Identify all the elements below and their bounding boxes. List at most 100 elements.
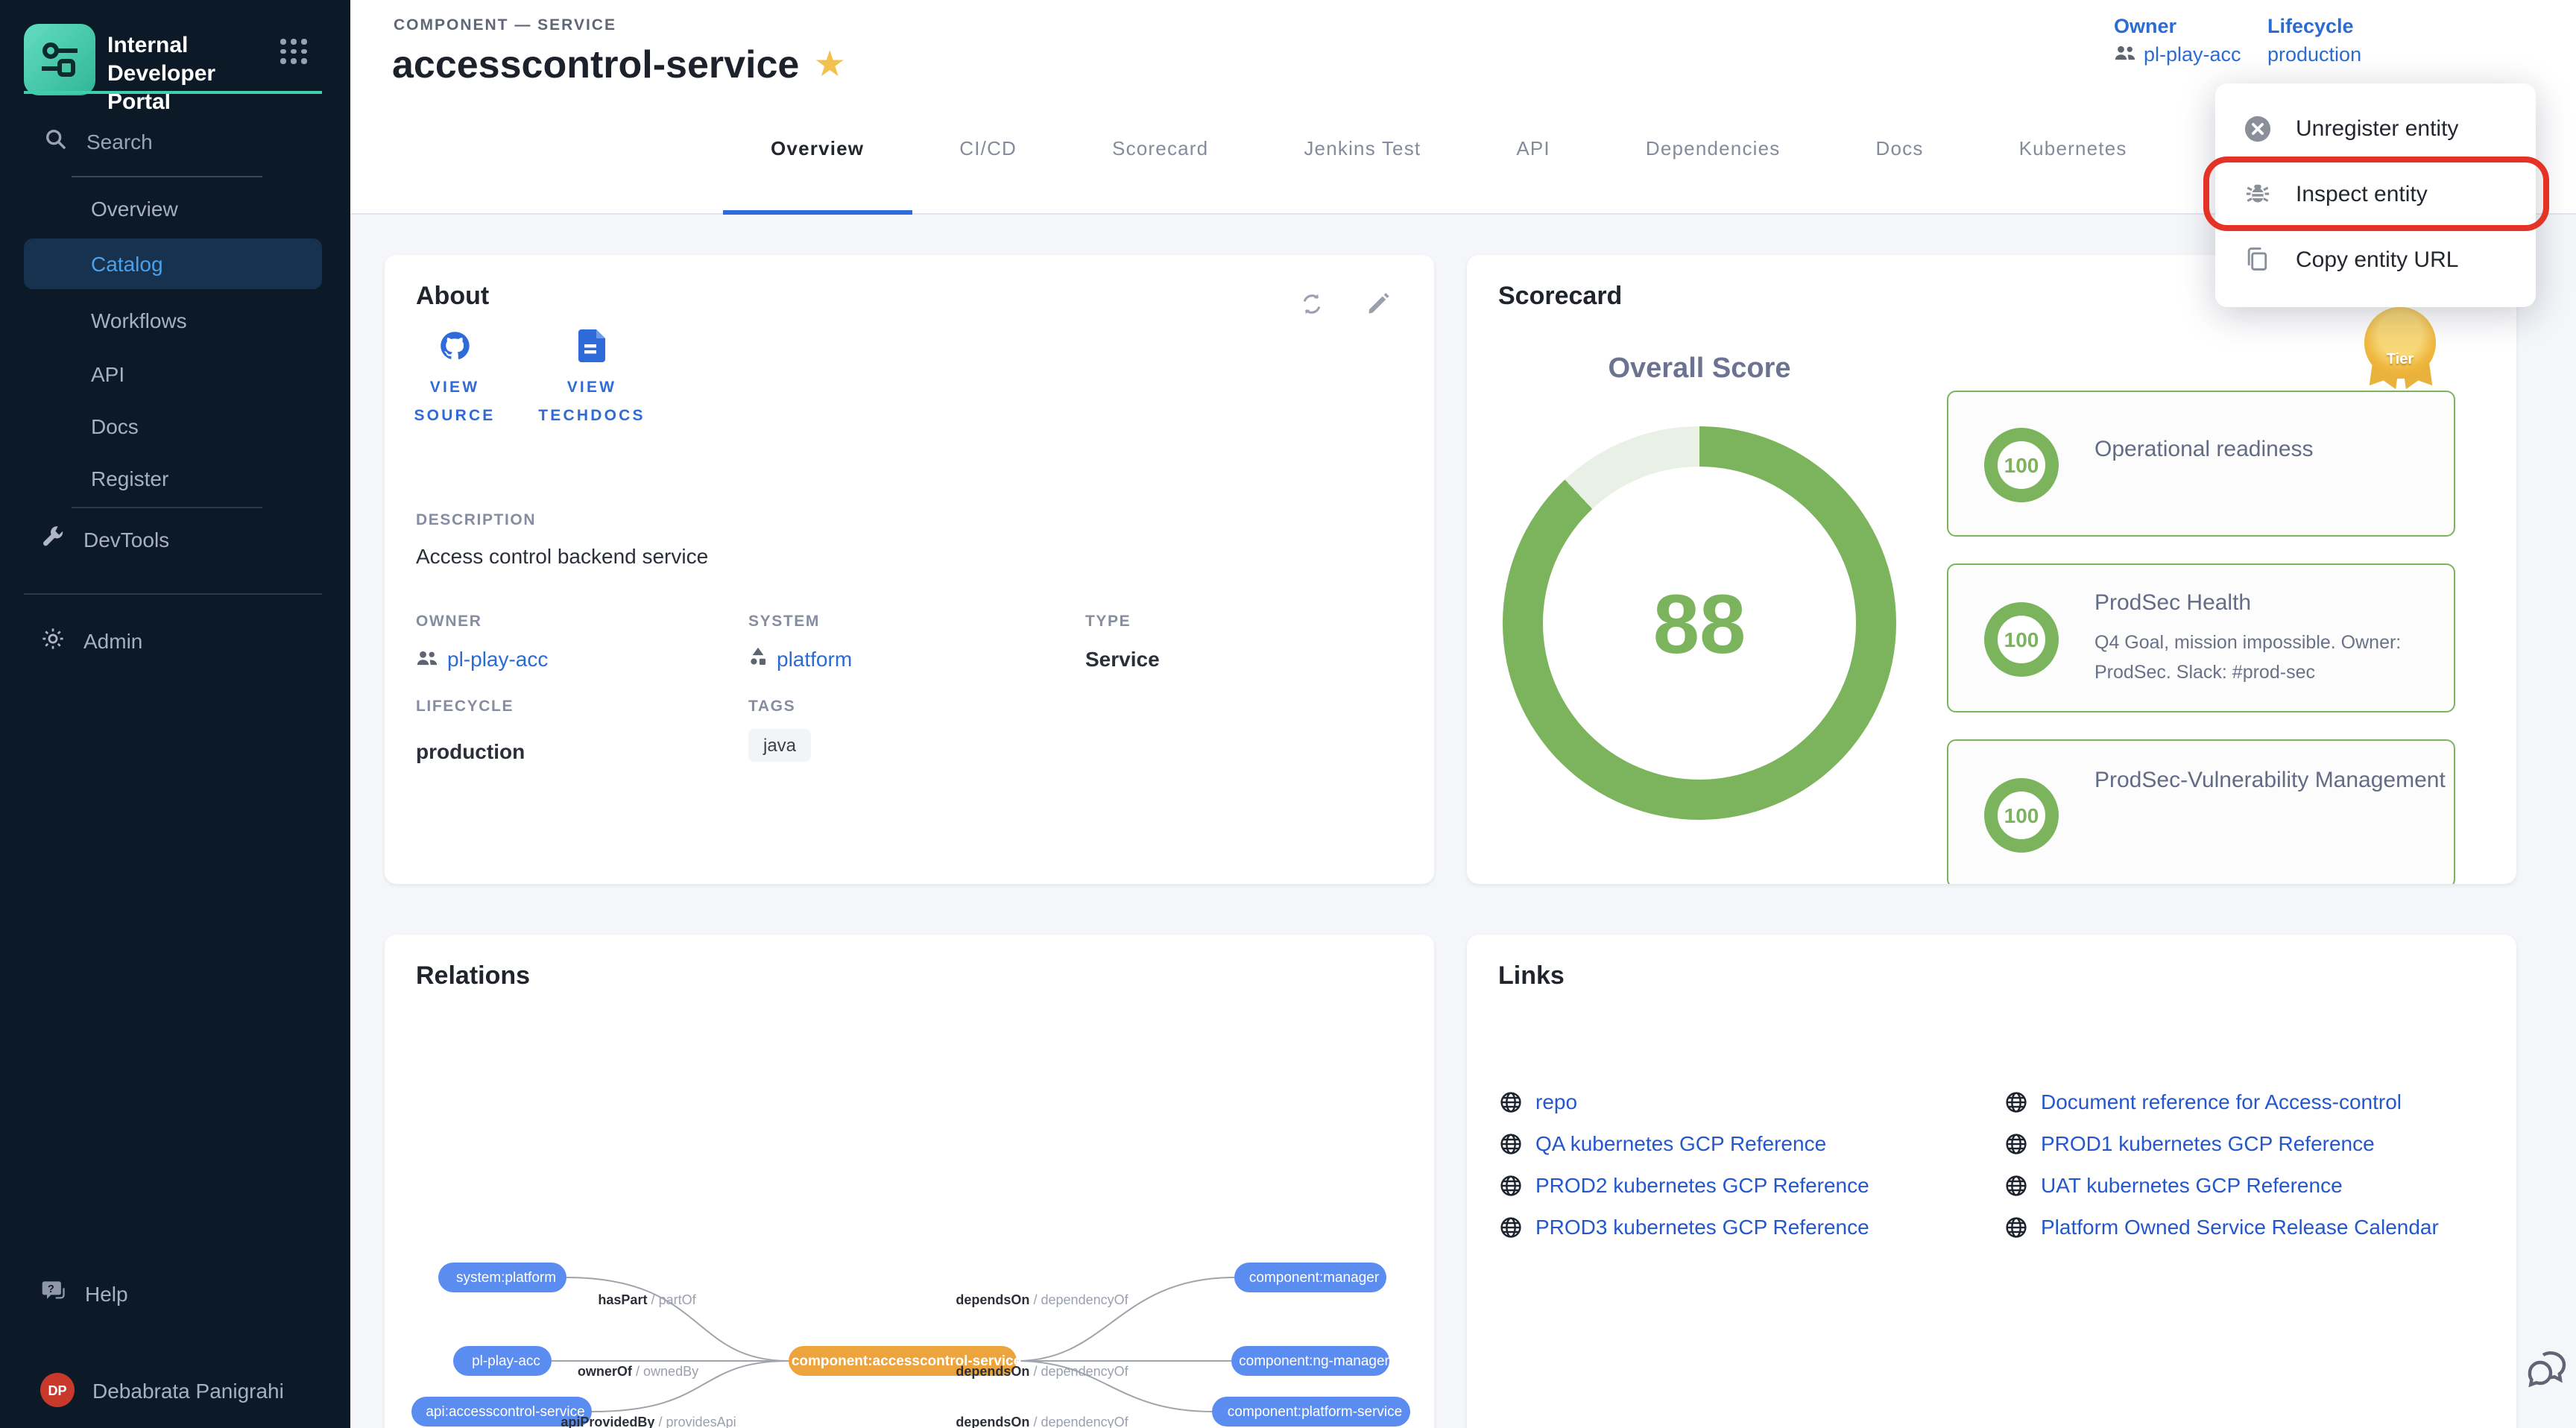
sidebar-item-devtools[interactable]: DevTools — [42, 525, 169, 553]
link-uat-kubernetes[interactable]: UAT kubernetes GCP Reference — [2005, 1173, 2343, 1197]
refresh-icon[interactable] — [1298, 291, 1325, 317]
globe-icon — [2005, 1174, 2027, 1196]
sidebar-item-api[interactable]: API — [91, 362, 124, 386]
sidebar-item-help[interactable]: ? Help — [40, 1277, 128, 1309]
bug-icon — [2242, 179, 2272, 209]
sidebar-divider — [72, 507, 262, 508]
tier-ribbon-label: Tier — [2364, 307, 2436, 379]
link-qa-kubernetes[interactable]: QA kubernetes GCP Reference — [1500, 1131, 1826, 1155]
sidebar-accent-rule — [24, 91, 322, 94]
sidebar: Internal Developer Portal Search Overvie… — [0, 0, 350, 1428]
owner-field-value[interactable]: pl-play-acc — [416, 647, 548, 671]
badge-score-ring: 100 — [1984, 428, 2059, 502]
about-title: About — [416, 282, 489, 312]
link-repo[interactable]: repo — [1500, 1090, 1577, 1113]
tab-cicd[interactable]: CI/CD — [912, 113, 1064, 215]
globe-icon — [1500, 1090, 1522, 1113]
badge-score-ring: 100 — [1984, 778, 2059, 853]
overall-score-value: 88 — [1503, 426, 1896, 820]
brand: Internal Developer Portal — [24, 24, 271, 116]
tab-api[interactable]: API — [1468, 113, 1598, 215]
sidebar-item-register[interactable]: Register — [91, 467, 168, 490]
tag-chip[interactable]: java — [748, 729, 811, 762]
sidebar-user[interactable]: DP Debabrata Panigrahi — [40, 1373, 284, 1407]
link-prod2-kubernetes[interactable]: PROD2 kubernetes GCP Reference — [1500, 1173, 1869, 1197]
menu-item-copy-entity-url[interactable]: Copy entity URL — [2215, 227, 2536, 292]
link-release-calendar[interactable]: Platform Owned Service Release Calendar — [2005, 1215, 2439, 1239]
globe-icon — [2005, 1132, 2027, 1154]
relations-card: Relations system:platform pl-play-acc ap… — [385, 935, 1434, 1428]
edge-label-apiprovidedby: apiProvidedBy / providesApi — [561, 1415, 736, 1428]
search-label: Search — [86, 130, 153, 154]
lifecycle-field-label: LIFECYCLE — [416, 698, 514, 715]
edge-label-dependson: dependsOn / dependencyOf — [956, 1364, 1128, 1379]
favorite-star-icon[interactable]: ★ — [815, 46, 844, 83]
graph-node-component-manager[interactable]: component:manager — [1234, 1263, 1386, 1292]
scorecard-title: Scorecard — [1498, 282, 1622, 312]
menu-item-inspect-entity[interactable]: Inspect entity — [2215, 161, 2536, 227]
brand-title: Internal Developer Portal — [107, 24, 271, 116]
badge-score-ring: 100 — [1984, 602, 2059, 677]
help-chat-icon: ? — [40, 1277, 67, 1309]
scorecard-badge[interactable]: 100 ProdSec Health Q4 Goal, mission impo… — [1947, 563, 2455, 713]
description-label: DESCRIPTION — [416, 511, 536, 529]
owner-label: Owner — [2114, 15, 2241, 37]
user-avatar: DP — [40, 1373, 75, 1407]
graph-node-pl-play-acc[interactable]: pl-play-acc — [453, 1346, 552, 1376]
scorecard-badge[interactable]: 100 ProdSec-Vulnerability Management — [1947, 739, 2455, 884]
sidebar-search[interactable]: Search — [45, 128, 313, 155]
gear-icon — [40, 626, 66, 656]
sidebar-item-workflows[interactable]: Workflows — [91, 309, 187, 332]
lifecycle-label: Lifecycle — [2267, 15, 2361, 37]
internal-developer-portal: Internal Developer Portal Search Overvie… — [0, 0, 2576, 1428]
user-name: Debabrata Panigrahi — [92, 1378, 284, 1402]
techdocs-icon — [578, 329, 605, 370]
system-field-value[interactable]: platform — [748, 647, 852, 671]
group-icon — [2114, 43, 2136, 66]
edit-pencil-icon[interactable] — [1366, 291, 1392, 317]
apps-grid-icon[interactable] — [280, 39, 307, 63]
sidebar-item-admin[interactable]: Admin — [40, 626, 142, 656]
type-field-value: Service — [1085, 647, 1160, 671]
links-card: Links repo QA kubernetes GCP Reference P… — [1467, 935, 2516, 1428]
view-source-link[interactable]: VIEWSOURCE — [388, 329, 522, 431]
entity-context-menu: Unregister entity Inspect entity Copy en… — [2215, 83, 2536, 307]
links-title: Links — [1498, 961, 1565, 991]
type-field-label: TYPE — [1085, 613, 1131, 631]
link-doc-reference[interactable]: Document reference for Access-control — [2005, 1090, 2402, 1113]
tab-jenkins-test[interactable]: Jenkins Test — [1256, 113, 1468, 215]
badge-label: ProdSec Health — [2094, 590, 2251, 616]
globe-icon — [1500, 1132, 1522, 1154]
link-prod3-kubernetes[interactable]: PROD3 kubernetes GCP Reference — [1500, 1215, 1869, 1239]
sidebar-item-overview[interactable]: Overview — [91, 197, 178, 221]
tab-docs[interactable]: Docs — [1828, 113, 1972, 215]
graph-node-system-platform[interactable]: system:platform — [438, 1263, 566, 1292]
sidebar-divider — [24, 593, 322, 595]
tab-bar: Overview CI/CD Scorecard Jenkins Test AP… — [723, 113, 2402, 215]
tags-field-label: TAGS — [748, 698, 795, 715]
search-underline — [72, 176, 262, 177]
brand-logo-icon — [24, 24, 95, 95]
tab-overview[interactable]: Overview — [723, 113, 912, 215]
edge-label-haspart: hasPart / partOf — [598, 1292, 695, 1307]
view-techdocs-link[interactable]: VIEWTECHDOCS — [525, 329, 659, 431]
link-prod1-kubernetes[interactable]: PROD1 kubernetes GCP Reference — [2005, 1131, 2375, 1155]
graph-node-component-platform-service[interactable]: component:platform-service — [1212, 1397, 1410, 1427]
tab-kubernetes[interactable]: Kubernetes — [1972, 113, 2175, 215]
system-icon — [748, 647, 768, 671]
sidebar-item-catalog[interactable]: Catalog — [24, 238, 322, 289]
graph-node-component-ng-manager[interactable]: component:ng-manager — [1231, 1346, 1389, 1376]
github-icon — [438, 329, 471, 370]
tab-scorecard[interactable]: Scorecard — [1064, 113, 1256, 215]
scorecard-badge[interactable]: 100 Operational readiness — [1947, 391, 2455, 537]
chat-feedback-icon[interactable] — [2525, 1349, 2570, 1397]
tab-dependencies[interactable]: Dependencies — [1598, 113, 1828, 215]
wrench-icon — [42, 525, 66, 553]
copy-icon — [2242, 244, 2272, 274]
sidebar-item-docs[interactable]: Docs — [91, 414, 139, 438]
globe-icon — [2005, 1216, 2027, 1238]
globe-icon — [2005, 1090, 2027, 1113]
menu-item-unregister-entity[interactable]: Unregister entity — [2215, 95, 2536, 161]
owner-link[interactable]: pl-play-acc — [2114, 43, 2241, 66]
search-icon — [45, 128, 67, 155]
